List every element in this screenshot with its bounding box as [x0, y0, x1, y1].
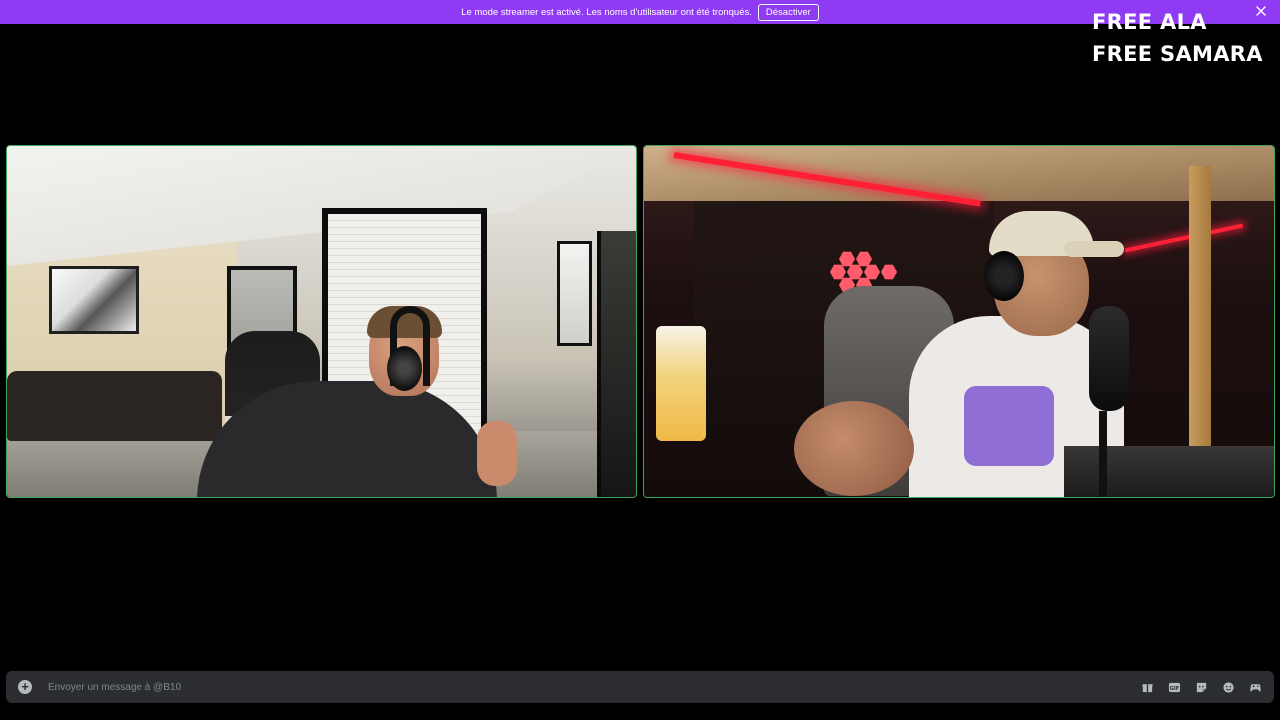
microphone: [1089, 306, 1129, 411]
video-tile-right[interactable]: [643, 145, 1275, 498]
emoji-icon[interactable]: [1222, 681, 1235, 694]
video-tile-left[interactable]: [6, 145, 637, 498]
svg-text:GIF: GIF: [1170, 685, 1180, 691]
add-icon[interactable]: +: [18, 680, 32, 694]
app-window: Le mode streamer est activé. Les noms d'…: [0, 0, 1280, 720]
message-input[interactable]: [48, 681, 1141, 693]
composer-tools: GIF: [1141, 681, 1262, 694]
video-feed-right: [644, 146, 1274, 497]
headphones: [984, 251, 1024, 301]
sofa: [7, 371, 222, 441]
message-composer: + GIF: [6, 671, 1274, 703]
streamer-mode-banner: Le mode streamer est activé. Les noms d'…: [0, 0, 1280, 24]
close-icon[interactable]: [1254, 4, 1268, 18]
gif-icon[interactable]: GIF: [1168, 681, 1181, 694]
gift-icon[interactable]: [1141, 681, 1154, 694]
banner-message: Le mode streamer est activé. Les noms d'…: [461, 6, 752, 18]
wall-painting: [49, 266, 139, 334]
activity-icon[interactable]: [1249, 681, 1262, 694]
sticker-icon[interactable]: [1195, 681, 1208, 694]
video-feed-left: [7, 146, 636, 497]
juice-carton: [656, 326, 706, 441]
overlay-line-2: FREE SAMARA: [1092, 42, 1263, 66]
disable-streamer-mode-button[interactable]: Désactiver: [757, 3, 819, 21]
